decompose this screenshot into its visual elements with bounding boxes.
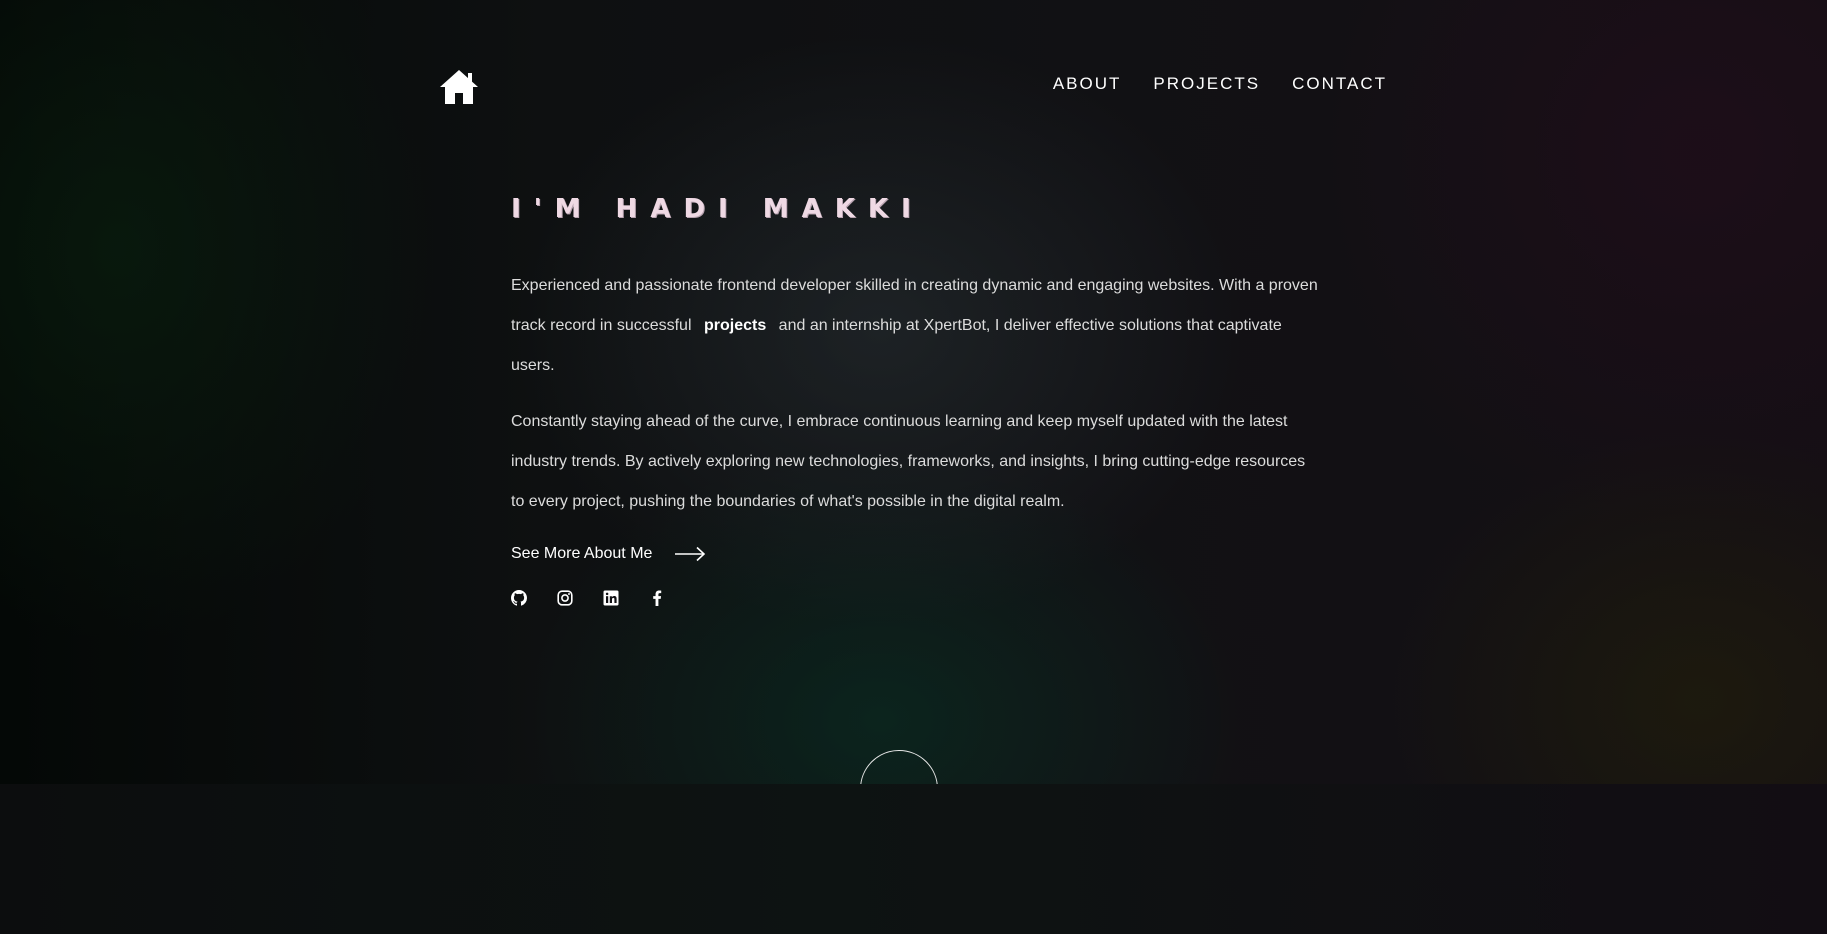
home-link[interactable] (438, 68, 480, 106)
see-more-label: See More About Me (511, 545, 653, 562)
next-section-band (0, 784, 1827, 934)
main-nav: ABOUT PROJECTS CONTACT (1053, 74, 1387, 94)
see-more-about-me-link[interactable]: See More About Me (511, 538, 706, 570)
social-links (511, 590, 1321, 606)
intro-paragraph: Experienced and passionate frontend deve… (511, 266, 1321, 386)
linkedin-link[interactable] (603, 590, 619, 606)
linkedin-icon (603, 590, 619, 606)
page: ABOUT PROJECTS CONTACT I'M HADI MAKKI Ex… (0, 0, 1827, 934)
arrow-right-icon (675, 546, 706, 562)
hero-content: I'M HADI MAKKI Experienced and passionat… (511, 190, 1321, 606)
home-icon (440, 70, 478, 104)
hero-headline: I'M HADI MAKKI (511, 194, 924, 224)
nav-contact[interactable]: CONTACT (1292, 74, 1387, 94)
github-icon (511, 590, 527, 606)
github-link[interactable] (511, 590, 527, 606)
projects-link[interactable]: projects (696, 317, 774, 334)
facebook-icon (653, 590, 662, 606)
nav-about[interactable]: ABOUT (1053, 74, 1122, 94)
facebook-link[interactable] (649, 590, 665, 606)
hero-section: ABOUT PROJECTS CONTACT I'M HADI MAKKI Ex… (0, 0, 1827, 828)
nav-projects[interactable]: PROJECTS (1153, 74, 1260, 94)
learning-paragraph: Constantly staying ahead of the curve, I… (511, 413, 1306, 510)
instagram-icon (557, 590, 573, 606)
instagram-link[interactable] (557, 590, 573, 606)
